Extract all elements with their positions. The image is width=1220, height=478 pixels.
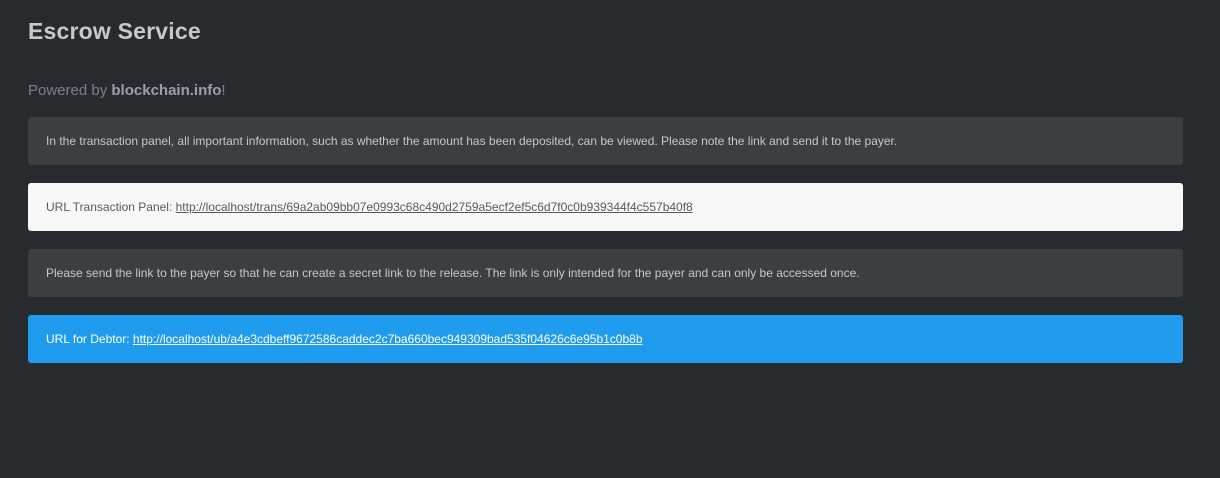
debtor-url-link[interactable]: http://localhost/ub/a4e3cdbeff9672586cad… (133, 332, 643, 346)
payer-info-panel: Please send the link to the payer so tha… (28, 249, 1183, 297)
transaction-info-panel: In the transaction panel, all important … (28, 117, 1183, 165)
powered-by-suffix: ! (221, 82, 226, 99)
transaction-url-panel: URL Transaction Panel: http://localhost/… (28, 183, 1183, 231)
transaction-url-link[interactable]: http://localhost/trans/69a2ab09bb07e0993… (176, 200, 693, 214)
transaction-url-label: URL Transaction Panel: (46, 200, 176, 214)
powered-by-prefix: Powered by (28, 82, 112, 99)
powered-by-line: Powered by blockchain.info! (28, 82, 226, 99)
debtor-url-label: URL for Debtor: (46, 332, 133, 346)
payer-info-text: Please send the link to the payer so tha… (46, 266, 860, 280)
debtor-url-panel: URL for Debtor: http://localhost/ub/a4e3… (28, 315, 1183, 363)
powered-by-brand: blockchain.info (111, 82, 222, 99)
page-title: Escrow Service (28, 18, 201, 44)
transaction-info-text: In the transaction panel, all important … (46, 134, 898, 148)
